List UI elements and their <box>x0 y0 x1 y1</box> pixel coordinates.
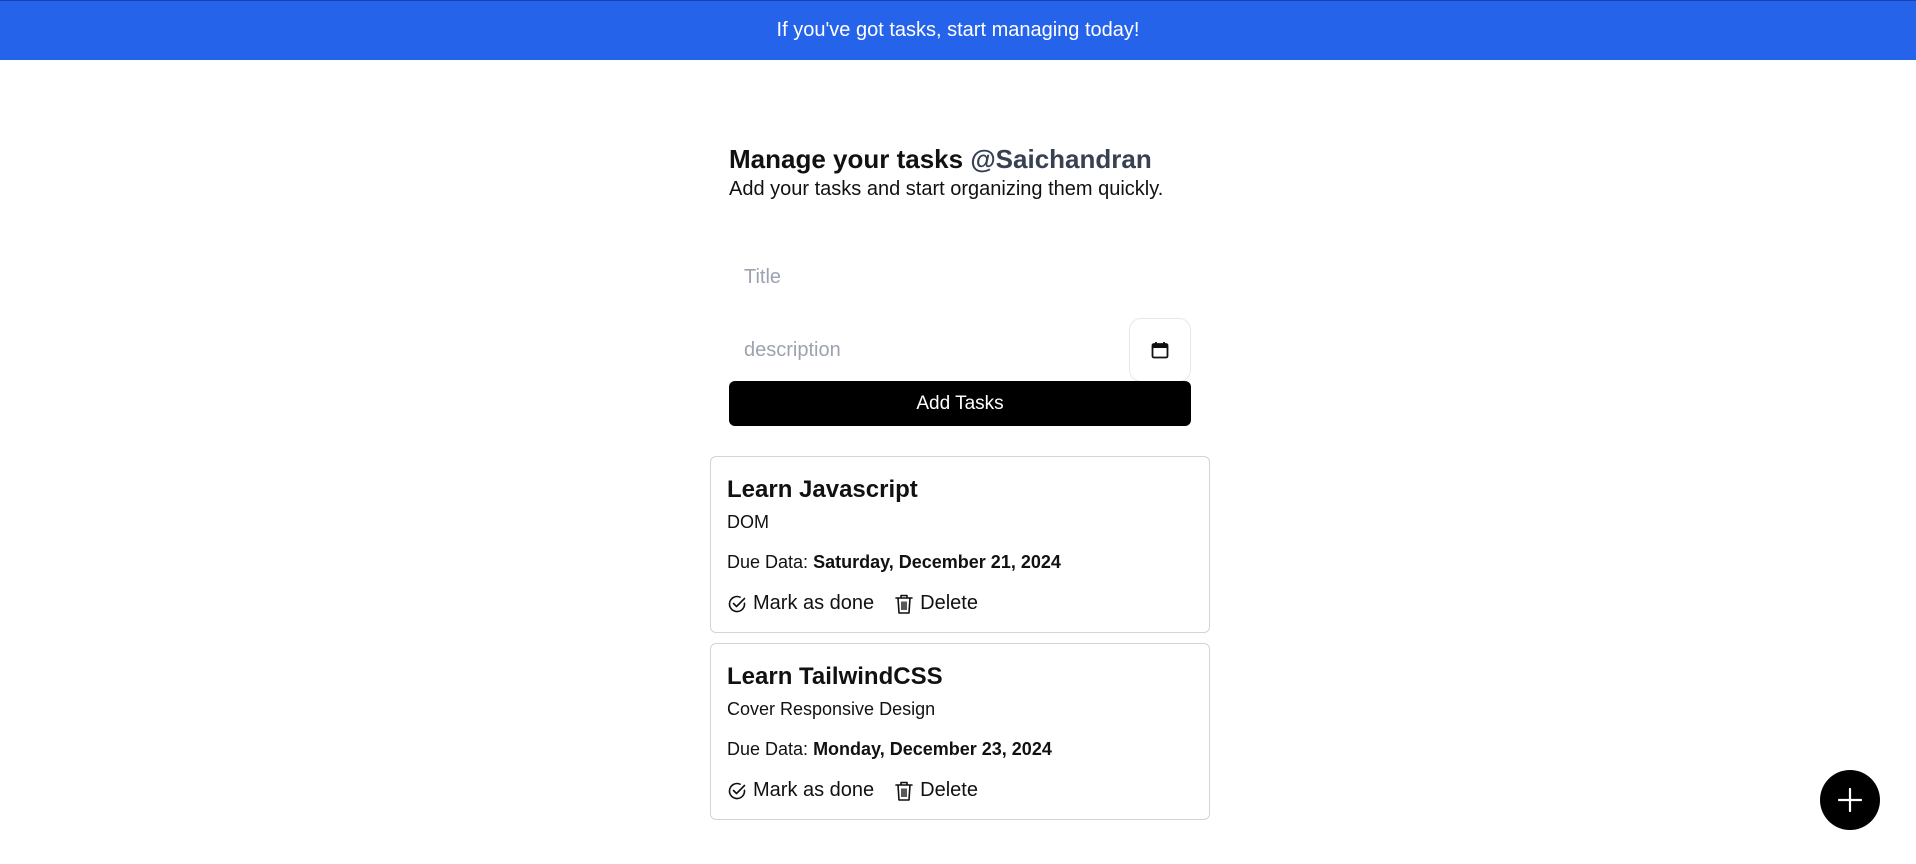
trash-icon <box>895 594 913 614</box>
task-title: Learn TailwindCSS <box>727 663 943 690</box>
page-header: Manage your tasks @Saichandran Add your … <box>729 143 1209 203</box>
task-description: Cover Responsive Design <box>727 699 936 719</box>
mark-as-done-button[interactable]: Mark as done <box>727 779 874 802</box>
delete-button[interactable]: Delete <box>894 592 978 615</box>
check-circle-icon <box>728 782 746 799</box>
page-subtitle: Add your tasks and start organizing them… <box>729 178 1164 200</box>
delete-label: Delete <box>920 592 978 614</box>
task-actions: Mark as done Delete <box>727 779 1193 802</box>
page-title: Manage your tasks @Saichandran <box>729 143 1209 175</box>
task-card: Learn TailwindCSS Cover Responsive Desig… <box>710 643 1210 820</box>
trash-icon <box>895 781 913 801</box>
plus-icon <box>1837 787 1863 813</box>
announcement-banner: If you've got tasks, start managing toda… <box>0 0 1916 60</box>
banner-text: If you've got tasks, start managing toda… <box>776 19 1140 41</box>
task-list: Learn Javascript DOM Due Data: Saturday,… <box>710 456 1210 830</box>
add-task-fab[interactable] <box>1820 770 1880 830</box>
task-card: Learn Javascript DOM Due Data: Saturday,… <box>710 456 1210 633</box>
username: @Saichandran <box>970 144 1152 174</box>
check-circle-icon <box>728 595 746 612</box>
delete-label: Delete <box>920 779 978 801</box>
task-due-date: Due Data: Saturday, December 21, 2024 <box>727 550 1193 574</box>
due-value: Monday, December 23, 2024 <box>813 739 1052 759</box>
description-input[interactable] <box>729 318 1119 382</box>
add-tasks-button[interactable]: Add Tasks <box>729 381 1191 426</box>
task-due-date: Due Data: Monday, December 23, 2024 <box>727 737 1193 761</box>
delete-button[interactable]: Delete <box>894 779 978 802</box>
mark-as-done-button[interactable]: Mark as done <box>727 592 874 615</box>
title-input[interactable] <box>729 256 1191 298</box>
mark-as-done-label: Mark as done <box>753 779 875 801</box>
task-actions: Mark as done Delete <box>727 592 1193 615</box>
due-value: Saturday, December 21, 2024 <box>813 552 1061 572</box>
task-title: Learn Javascript <box>727 476 918 503</box>
due-label: Due Data: <box>727 739 809 759</box>
page-title-text: Manage your tasks <box>729 144 964 174</box>
mark-as-done-label: Mark as done <box>753 592 875 614</box>
description-row <box>729 318 1191 382</box>
date-picker-button[interactable] <box>1129 318 1191 382</box>
task-description: DOM <box>727 512 769 532</box>
due-label: Due Data: <box>727 552 809 572</box>
add-task-form: Add Tasks <box>729 256 1191 426</box>
calendar-icon <box>1151 342 1169 359</box>
